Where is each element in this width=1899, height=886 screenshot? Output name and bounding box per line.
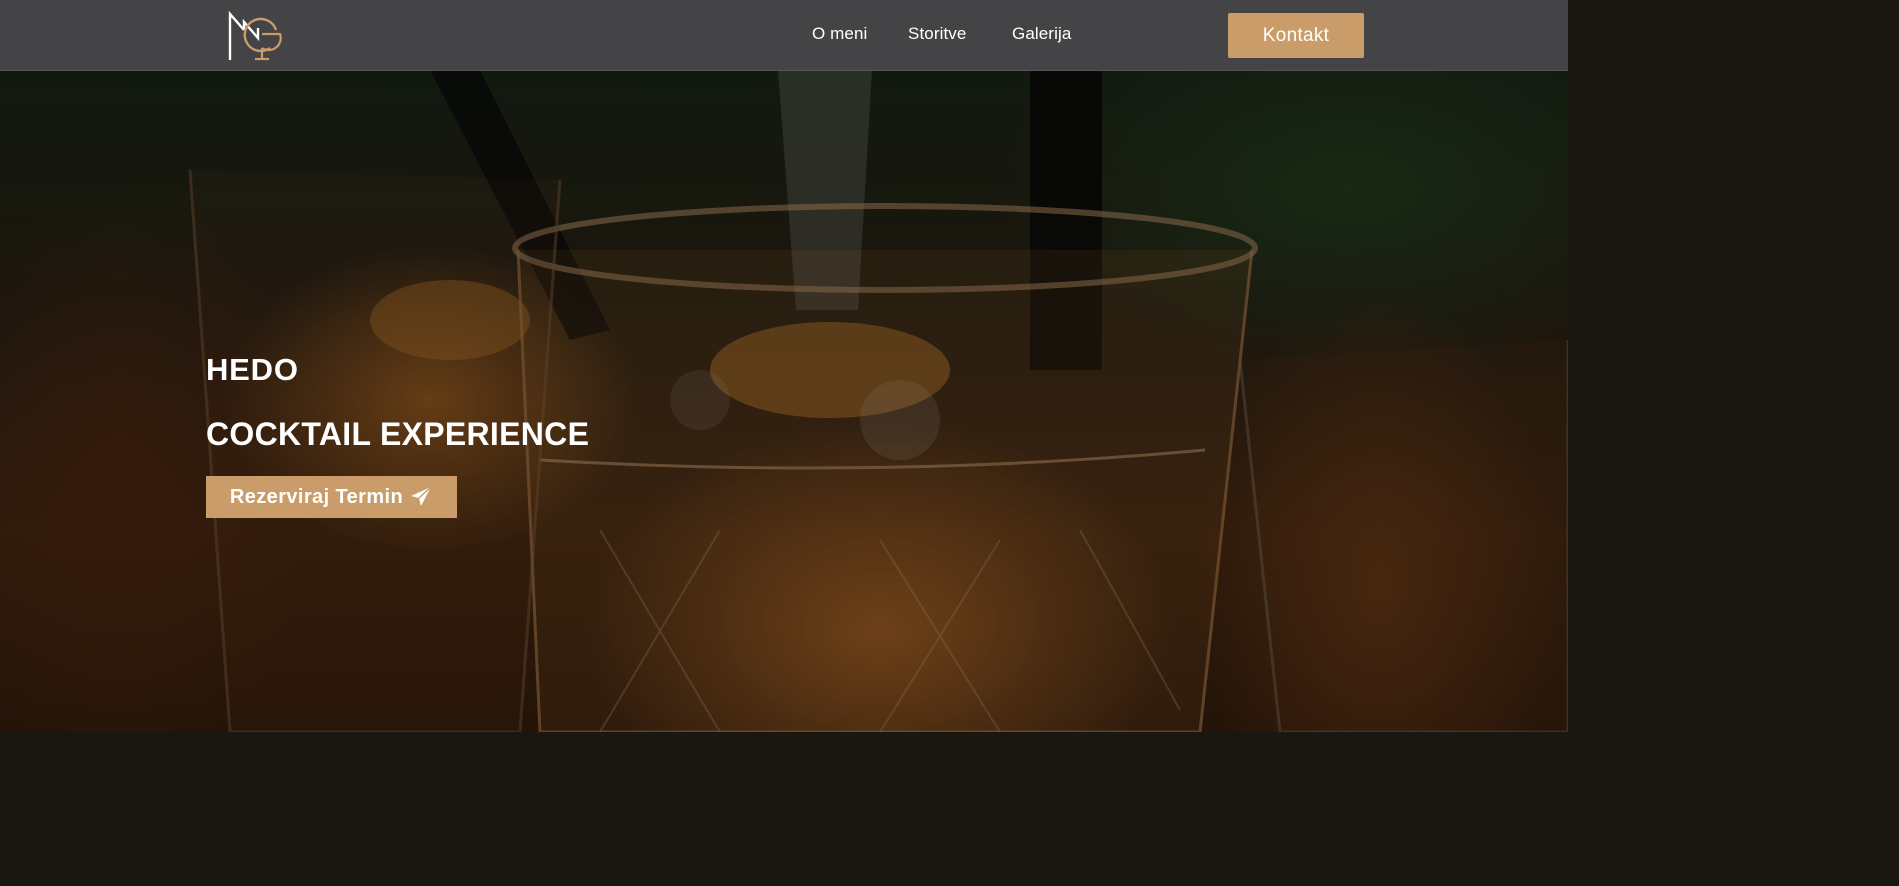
hero-overlay <box>0 70 1568 732</box>
contact-button[interactable]: Kontakt <box>1228 13 1364 58</box>
paper-plane-icon <box>409 486 433 508</box>
reserve-button-label: Rezerviraj Termin <box>229 485 404 508</box>
nav-link-galerija[interactable]: Galerija <box>1012 24 1071 44</box>
hero-subtitle: COCKTAIL EXPERIENCE <box>206 416 590 452</box>
logo[interactable] <box>222 8 286 64</box>
hero-section: HEDO COCKTAIL EXPERIENCE Rezerviraj Term… <box>0 70 1568 732</box>
nav-link-o-meni[interactable]: O meni <box>812 24 867 44</box>
hero-title: HEDO <box>206 352 299 387</box>
reserve-button[interactable]: Rezerviraj Termin <box>206 476 457 518</box>
nav-link-storitve[interactable]: Storitve <box>908 24 966 44</box>
hedo-logo-icon <box>228 10 282 61</box>
navbar: O meni Storitve Galerija Kontakt <box>0 0 1568 71</box>
